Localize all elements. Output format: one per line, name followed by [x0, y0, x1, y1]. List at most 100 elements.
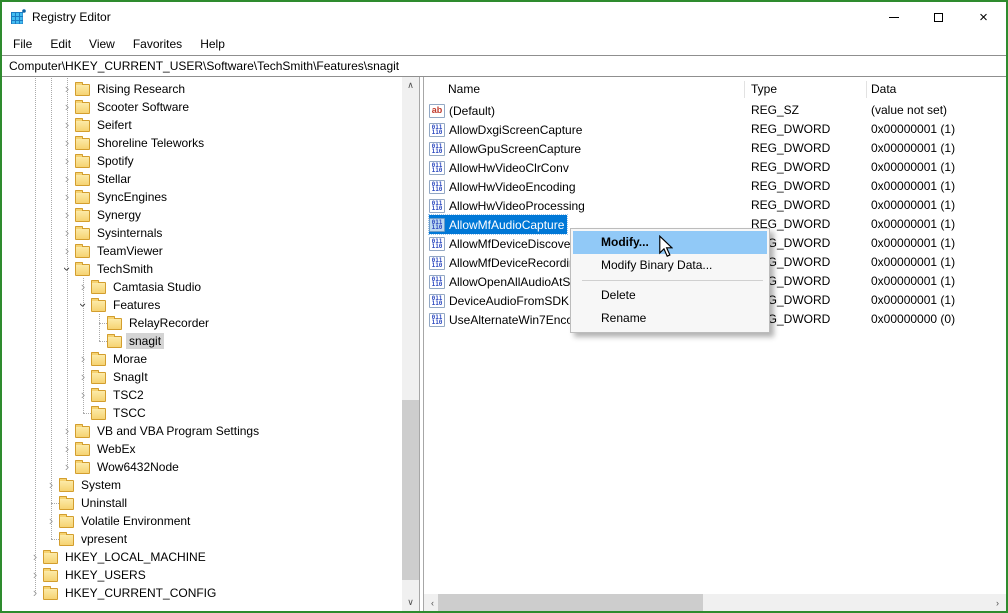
tree-item-label[interactable]: Wow6432Node	[94, 459, 182, 475]
value-name-cell[interactable]: 011110UseAlternateWin7Encoder	[429, 310, 593, 329]
value-name-cell[interactable]: 011110AllowHwVideoEncoding	[429, 177, 579, 196]
tree-item-label[interactable]: Spotify	[94, 153, 137, 169]
tree-item-volatile-environment[interactable]: ›Volatile Environment	[2, 512, 402, 530]
tree-item-snagit[interactable]: snagit	[2, 332, 402, 350]
tree-item-relayrecorder[interactable]: RelayRecorder	[2, 314, 402, 332]
tree-item-label[interactable]: vpresent	[78, 531, 130, 547]
tree-scrollbar-thumb[interactable]	[402, 400, 419, 580]
tree-item-hkey-local-machine[interactable]: ›HKEY_LOCAL_MACHINE	[2, 548, 402, 566]
value-name-cell[interactable]: 011110AllowMfAudioCapture	[429, 215, 567, 234]
menu-favorites[interactable]: Favorites	[124, 34, 191, 54]
chevron-right-icon[interactable]: ›	[43, 477, 59, 493]
scroll-right-button[interactable]: ›	[989, 594, 1006, 611]
tree-vertical-scrollbar[interactable]: ∧ ∨	[402, 77, 419, 611]
chevron-right-icon[interactable]: ›	[59, 423, 75, 439]
registry-value-row-allowgpuscreencapture[interactable]: 011110AllowGpuScreenCaptureREG_DWORD0x00…	[424, 139, 1006, 158]
tree-item-tscc[interactable]: TSCC	[2, 404, 402, 422]
tree-item-label[interactable]: Uninstall	[78, 495, 130, 511]
tree-item-morae[interactable]: › Morae	[2, 350, 402, 368]
registry-value-row-allowhwvideoprocessing[interactable]: 011110AllowHwVideoProcessingREG_DWORD0x0…	[424, 196, 1006, 215]
tree-item-label[interactable]: Sysinternals	[94, 225, 165, 241]
chevron-right-icon[interactable]: ›	[75, 279, 91, 295]
tree-item-label[interactable]: Morae	[110, 351, 150, 367]
tree-item-features[interactable]: ›Features	[2, 296, 402, 314]
chevron-right-icon[interactable]: ›	[27, 585, 43, 601]
tree-item-label[interactable]: TSCC	[110, 405, 149, 421]
chevron-right-icon[interactable]: ›	[59, 441, 75, 457]
value-name-cell[interactable]: 011110AllowGpuScreenCapture	[429, 139, 584, 158]
value-name-cell[interactable]: 011110AllowOpenAllAudioAtStart	[429, 272, 591, 291]
registry-value-row-allowhwvideoclrconv[interactable]: 011110AllowHwVideoClrConvREG_DWORD0x0000…	[424, 158, 1006, 177]
tree-item-synergy[interactable]: ›Synergy	[2, 206, 402, 224]
tree-item-teamviewer[interactable]: › TeamViewer	[2, 242, 402, 260]
registry-value-row-allowdxgiscreencapture[interactable]: 011110AllowDxgiScreenCaptureREG_DWORD0x0…	[424, 120, 1006, 139]
tree-item-label[interactable]: WebEx	[94, 441, 138, 457]
value-name-cell[interactable]: 011110AllowMfDeviceDiscovery	[429, 234, 583, 253]
tree-item-label[interactable]: snagit	[126, 333, 164, 349]
tree-item-label[interactable]: SyncEngines	[94, 189, 170, 205]
tree-item-label[interactable]: Rising Research	[94, 81, 188, 97]
close-button[interactable]: ×	[961, 2, 1006, 32]
tree-item-label[interactable]: Seifert	[94, 117, 135, 133]
value-name-cell[interactable]: 011110AllowHwVideoClrConv	[429, 158, 572, 177]
chevron-right-icon[interactable]: ›	[59, 243, 75, 259]
tree-item-hkey-current-config[interactable]: › HKEY_CURRENT_CONFIG	[2, 584, 402, 602]
chevron-right-icon[interactable]: ›	[59, 171, 75, 187]
maximize-button[interactable]	[916, 2, 961, 32]
context-menu-item-modify-binary-data[interactable]: Modify Binary Data...	[573, 254, 767, 277]
tree-item-seifert[interactable]: › Seifert	[2, 116, 402, 134]
tree-item-techsmith[interactable]: › TechSmith	[2, 260, 402, 278]
value-name-cell[interactable]: 011110DeviceAudioFromSDK	[429, 291, 572, 310]
tree-item-tsc2[interactable]: ›TSC2	[2, 386, 402, 404]
tree-item-label[interactable]: Stellar	[94, 171, 134, 187]
chevron-right-icon[interactable]: ›	[27, 567, 43, 583]
tree-item-label[interactable]: HKEY_USERS	[62, 567, 149, 583]
tree-item-rising-research[interactable]: ›Rising Research	[2, 80, 402, 98]
tree-item-label[interactable]: Scooter Software	[94, 99, 192, 115]
address-bar[interactable]: Computer\HKEY_CURRENT_USER\Software\Tech…	[2, 55, 1006, 77]
tree-item-sysinternals[interactable]: ›Sysinternals	[2, 224, 402, 242]
scroll-up-button[interactable]: ∧	[402, 77, 419, 94]
tree-item-stellar[interactable]: › Stellar	[2, 170, 402, 188]
chevron-right-icon[interactable]: ›	[59, 459, 75, 475]
value-name-cell[interactable]: 011110AllowDxgiScreenCapture	[429, 120, 585, 139]
tree-item-label[interactable]: TeamViewer	[94, 243, 166, 259]
tree-item-label[interactable]: HKEY_CURRENT_CONFIG	[62, 585, 219, 601]
tree-item-camtasia-studio[interactable]: › Camtasia Studio	[2, 278, 402, 296]
menu-help[interactable]: Help	[191, 34, 234, 54]
value-name-cell[interactable]: ab(Default)	[429, 101, 498, 120]
minimize-button[interactable]	[871, 2, 916, 32]
chevron-right-icon[interactable]: ›	[59, 117, 75, 133]
chevron-right-icon[interactable]: ›	[75, 351, 91, 367]
tree-item-scooter-software[interactable]: ›Scooter Software	[2, 98, 402, 116]
value-name-cell[interactable]: 011110AllowHwVideoProcessing	[429, 196, 588, 215]
tree-item-label[interactable]: Shoreline Teleworks	[94, 135, 207, 151]
horizontal-scrollbar-thumb[interactable]	[438, 594, 703, 611]
tree-item-uninstall[interactable]: Uninstall	[2, 494, 402, 512]
value-name-cell[interactable]: 011110AllowMfDeviceRecording	[429, 253, 585, 272]
tree-item-label[interactable]: Synergy	[94, 207, 144, 223]
chevron-down-icon[interactable]: ›	[59, 261, 75, 277]
horizontal-scrollbar[interactable]: ‹ ›	[424, 594, 1006, 611]
context-menu-item-delete[interactable]: Delete	[573, 284, 767, 307]
chevron-right-icon[interactable]: ›	[75, 369, 91, 385]
tree-item-label[interactable]: TSC2	[110, 387, 147, 403]
tree-item-label[interactable]: VB and VBA Program Settings	[94, 423, 262, 439]
tree-item-snagit[interactable]: › SnagIt	[2, 368, 402, 386]
tree-item-vpresent[interactable]: vpresent	[2, 530, 402, 548]
tree-item-label[interactable]: System	[78, 477, 124, 493]
tree-item-webex[interactable]: › WebEx	[2, 440, 402, 458]
menu-view[interactable]: View	[80, 34, 124, 54]
tree-item-shoreline-teleworks[interactable]: ›Shoreline Teleworks	[2, 134, 402, 152]
chevron-right-icon[interactable]: ›	[27, 549, 43, 565]
tree-item-spotify[interactable]: ›Spotify	[2, 152, 402, 170]
chevron-right-icon[interactable]: ›	[59, 189, 75, 205]
menu-edit[interactable]: Edit	[41, 34, 80, 54]
tree-item-label[interactable]: Features	[110, 297, 163, 313]
tree-item-label[interactable]: SnagIt	[110, 369, 151, 385]
tree-item-label[interactable]: Camtasia Studio	[110, 279, 204, 295]
menu-file[interactable]: File	[4, 34, 41, 54]
tree-item-label[interactable]: TechSmith	[94, 261, 156, 277]
column-header-type[interactable]: Type	[751, 82, 777, 96]
tree-item-vb-and-vba-program-settings[interactable]: › VB and VBA Program Settings	[2, 422, 402, 440]
